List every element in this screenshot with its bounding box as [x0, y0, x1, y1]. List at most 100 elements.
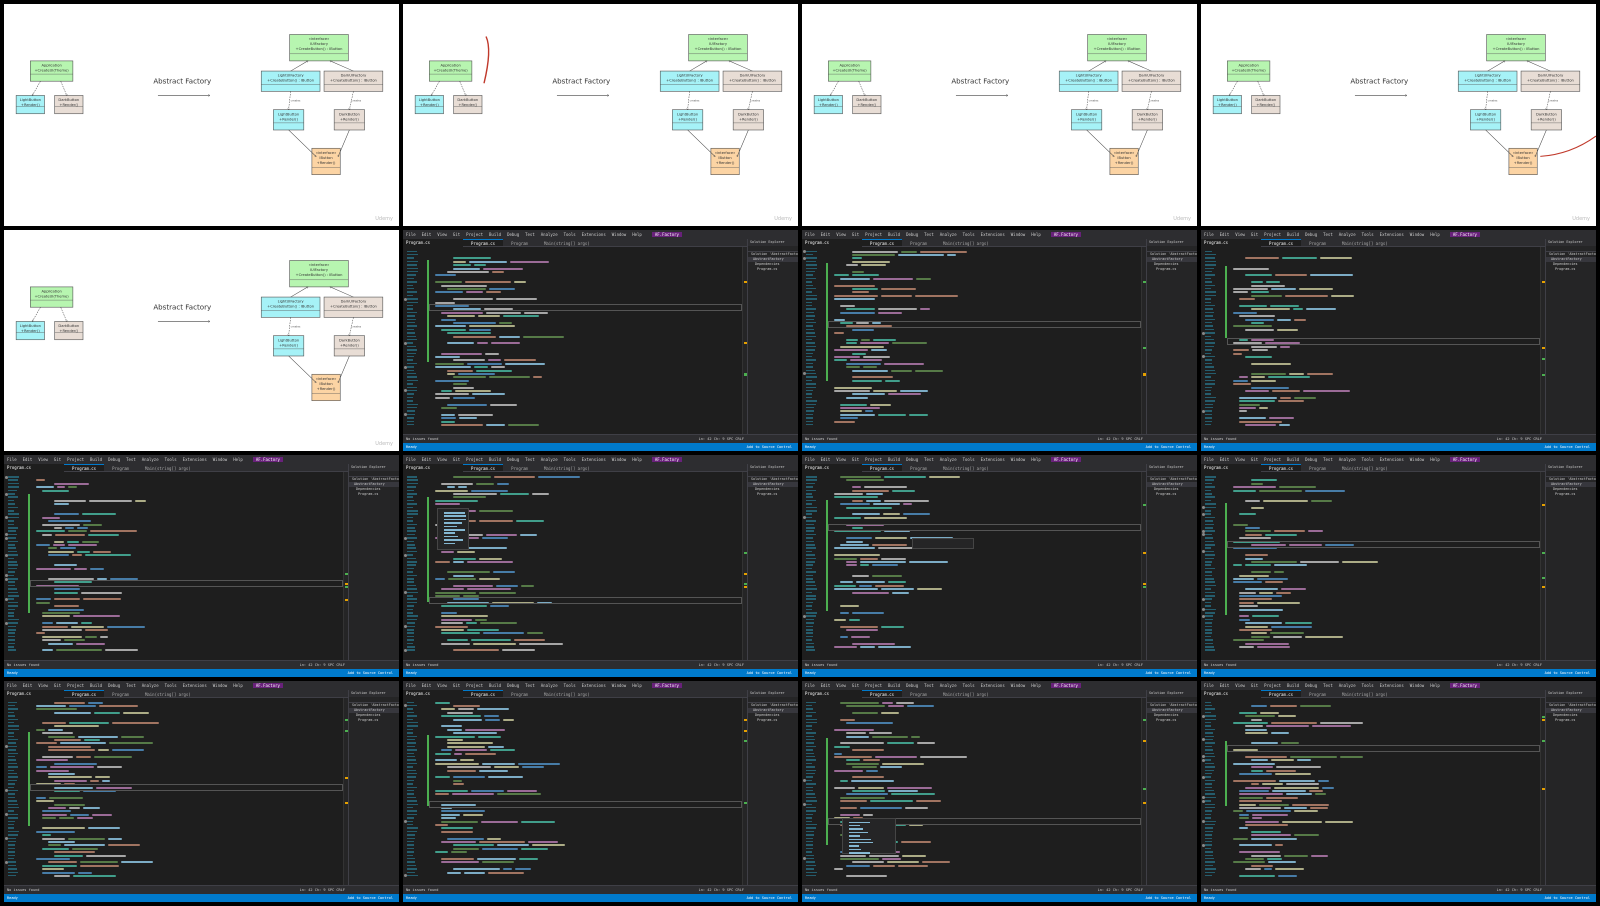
menu-item-edit[interactable]: Edit: [1220, 232, 1230, 237]
menu-item-debug[interactable]: Debug: [906, 457, 918, 462]
menu-item-tools[interactable]: Tools: [1362, 457, 1374, 462]
solution-tree-item[interactable]: Program.cs: [748, 492, 798, 497]
menu-item-build[interactable]: Build: [888, 457, 900, 462]
completion-item[interactable]: [849, 841, 873, 844]
solution-tree-item[interactable]: Program.cs: [1147, 267, 1197, 272]
completion-item[interactable]: [849, 848, 861, 851]
nav-dropdown-0[interactable]: Program.cs: [1261, 464, 1302, 471]
menu-item-window[interactable]: Window: [612, 457, 626, 462]
issues-indicator[interactable]: No issues found: [1204, 888, 1236, 892]
menu-item-git[interactable]: Git: [852, 457, 859, 462]
nav-dropdown-2[interactable]: Main(string[] args): [1334, 240, 1396, 246]
menu-item-debug[interactable]: Debug: [108, 457, 120, 462]
menu-item-edit[interactable]: Edit: [23, 457, 33, 462]
nav-dropdown-1[interactable]: Program: [1301, 240, 1334, 246]
solution-badge[interactable]: AF.Factory: [1050, 457, 1081, 462]
menu-item-tools[interactable]: Tools: [165, 457, 177, 462]
editor-pane-title[interactable]: Program.cs: [1201, 239, 1264, 246]
nav-dropdown-0[interactable]: Program.cs: [463, 689, 504, 697]
menu-item-window[interactable]: Window: [1410, 683, 1424, 688]
ide-frame-5[interactable]: File Edit View Git Project Build Debug Test Anal…: [403, 455, 798, 677]
menu-item-git[interactable]: Git: [1251, 457, 1258, 462]
issues-indicator[interactable]: No issues found: [7, 888, 39, 892]
menu-item-file[interactable]: File: [406, 683, 416, 688]
ide-frame-4[interactable]: File Edit View Git Project Build Debug Test Anal…: [4, 455, 399, 677]
nav-dropdown-0[interactable]: Program.cs: [1261, 689, 1302, 697]
menu-item-extensions[interactable]: Extensions: [981, 457, 1005, 462]
solution-badge[interactable]: AF.Factory: [651, 457, 682, 462]
completion-item[interactable]: [444, 529, 466, 531]
source-control-button[interactable]: Add to Source Control: [747, 669, 792, 677]
menu-item-file[interactable]: File: [406, 232, 416, 237]
solution-tree-item[interactable]: Program.cs: [1546, 267, 1596, 272]
menu-item-help[interactable]: Help: [632, 457, 642, 462]
menu-item-file[interactable]: File: [7, 457, 17, 462]
menu-item-build[interactable]: Build: [489, 457, 501, 462]
code-editor[interactable]: [802, 697, 1147, 886]
menu-item-test[interactable]: Test: [525, 232, 535, 237]
solution-tree-item[interactable]: Solution 'AbstractFactory' (1 of 1 proje…: [1546, 252, 1596, 257]
completion-item[interactable]: [849, 831, 869, 834]
solution-badge[interactable]: AF.Factory: [1050, 231, 1081, 237]
menu-item-debug[interactable]: Debug: [1305, 232, 1317, 237]
nav-dropdown-0[interactable]: Program.cs: [463, 464, 504, 471]
menu-item-extensions[interactable]: Extensions: [582, 683, 606, 688]
menu-item-build[interactable]: Build: [90, 683, 102, 688]
completion-item[interactable]: [849, 838, 872, 840]
menu-item-extensions[interactable]: Extensions: [1380, 457, 1404, 462]
menu-item-build[interactable]: Build: [888, 683, 900, 688]
menu-item-tools[interactable]: Tools: [963, 457, 975, 462]
menu-item-build[interactable]: Build: [90, 457, 102, 462]
menu-item-view[interactable]: View: [437, 232, 447, 237]
completion-item[interactable]: [444, 518, 467, 521]
source-control-button[interactable]: Add to Source Control: [747, 443, 792, 451]
menu-item-edit[interactable]: Edit: [422, 683, 432, 688]
completion-item[interactable]: [444, 542, 456, 545]
nav-dropdown-1[interactable]: Program: [503, 465, 536, 471]
editor-pane-title[interactable]: Program.cs: [4, 464, 67, 471]
menu-item-debug[interactable]: Debug: [108, 683, 120, 688]
menu-item-help[interactable]: Help: [632, 683, 642, 688]
code-editor[interactable]: [403, 472, 748, 661]
menu-item-debug[interactable]: Debug: [507, 232, 519, 237]
menu-item-analyze[interactable]: Analyze: [1339, 683, 1356, 688]
solution-badge[interactable]: AF.Factory: [1449, 231, 1480, 237]
menu-item-edit[interactable]: Edit: [821, 683, 831, 688]
menu-item-view[interactable]: View: [1235, 232, 1245, 237]
menu-item-edit[interactable]: Edit: [1220, 683, 1230, 688]
menu-item-file[interactable]: File: [805, 683, 815, 688]
menu-item-edit[interactable]: Edit: [422, 457, 432, 462]
issues-indicator[interactable]: No issues found: [406, 663, 438, 667]
menu-item-tools[interactable]: Tools: [963, 232, 975, 237]
nav-dropdown-1[interactable]: Program: [902, 465, 935, 471]
nav-dropdown-2[interactable]: Main(string[] args): [935, 691, 997, 697]
nav-dropdown-0[interactable]: Program.cs: [1261, 238, 1302, 246]
menu-item-view[interactable]: View: [437, 457, 447, 462]
source-control-button[interactable]: Add to Source Control: [348, 894, 393, 902]
completion-item[interactable]: [849, 821, 871, 823]
menu-item-analyze[interactable]: Analyze: [940, 457, 957, 462]
menu-item-test[interactable]: Test: [924, 683, 934, 688]
menu-item-help[interactable]: Help: [233, 683, 243, 688]
solution-tree-item[interactable]: Program.cs: [1147, 492, 1197, 497]
menu-item-build[interactable]: Build: [1287, 683, 1299, 688]
menu-item-edit[interactable]: Edit: [821, 232, 831, 237]
ide-frame-10[interactable]: File Edit View Git Project Build Debug Test Anal…: [802, 680, 1197, 902]
ide-frame-8[interactable]: File Edit View Git Project Build Debug Test Anal…: [4, 680, 399, 902]
nav-dropdown-1[interactable]: Program: [1301, 691, 1334, 697]
menu-item-debug[interactable]: Debug: [1305, 457, 1317, 462]
issues-indicator[interactable]: No issues found: [805, 437, 837, 441]
ide-frame-6[interactable]: File Edit View Git Project Build Debug Test Anal…: [802, 455, 1197, 677]
source-control-button[interactable]: Add to Source Control: [1146, 669, 1191, 677]
menu-item-tools[interactable]: Tools: [963, 683, 975, 688]
editor-pane-title[interactable]: Program.cs: [802, 464, 865, 471]
editor-pane-title[interactable]: Program.cs: [403, 690, 466, 697]
menu-item-debug[interactable]: Debug: [906, 683, 918, 688]
menu-item-project[interactable]: Project: [1264, 232, 1281, 237]
diagram-slide-1[interactable]: Application +CreateUI(Theme) LightButton +R…: [4, 4, 399, 226]
issues-indicator[interactable]: No issues found: [805, 888, 837, 892]
menu-item-project[interactable]: Project: [466, 683, 483, 688]
code-editor[interactable]: [1201, 472, 1546, 661]
solution-tree-item[interactable]: Program.cs: [349, 492, 399, 497]
editor-pane-title[interactable]: Program.cs: [403, 239, 466, 246]
